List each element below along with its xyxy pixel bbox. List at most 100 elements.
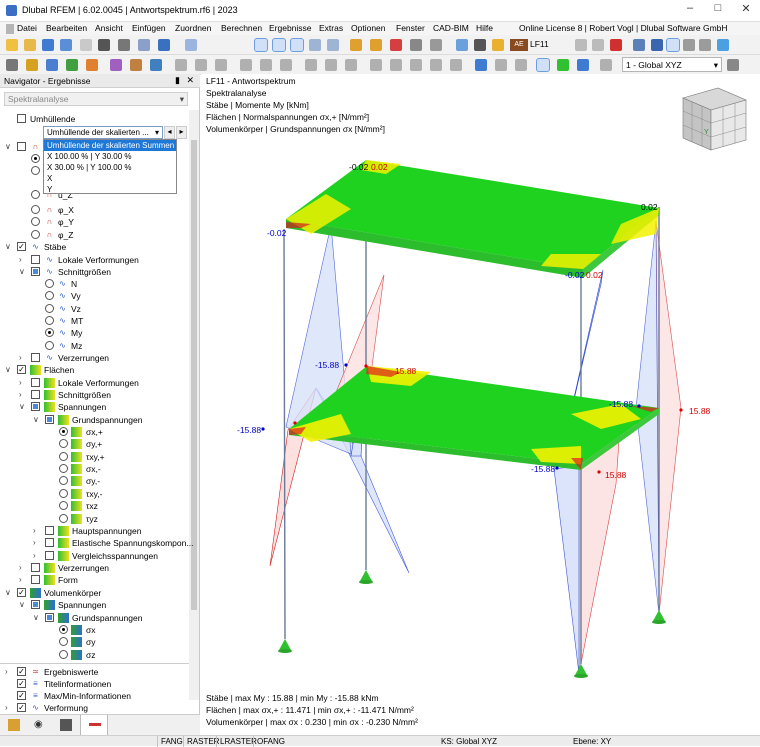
tree-vstress-sz[interactable]: σz	[0, 649, 189, 661]
new-file-icon[interactable]	[6, 39, 18, 51]
member-icon[interactable]	[66, 59, 78, 71]
radio-sx-minus[interactable]	[59, 464, 68, 473]
collapse-icon[interactable]: ∨	[19, 267, 27, 277]
radio-sy-minus[interactable]	[59, 476, 68, 485]
tree-vergleich[interactable]: › Vergleichsspannungen	[0, 550, 189, 562]
tool-icon-16[interactable]	[515, 59, 527, 71]
maximize-button[interactable]: □	[704, 2, 732, 18]
surface-icon[interactable]	[86, 59, 98, 71]
flaechen-lokale-checkbox[interactable]	[31, 378, 40, 387]
expand-icon[interactable]: ›	[5, 667, 13, 677]
display-tab-icon[interactable]: ◉	[34, 719, 46, 731]
expand-icon[interactable]: ›	[33, 538, 41, 548]
radio-vsx[interactable]	[59, 625, 68, 634]
tool-icon-10[interactable]	[370, 59, 382, 71]
collapse-icon[interactable]: ∨	[5, 242, 13, 252]
tree-force-vz[interactable]: ∿ Vz	[0, 303, 189, 315]
views-tab-icon[interactable]	[60, 719, 72, 731]
menu-ergebnisse[interactable]: Ergebnisse	[269, 23, 312, 33]
tree-stress-sy-minus[interactable]: σy,-	[0, 475, 189, 487]
radio-uz[interactable]	[31, 190, 40, 199]
tree-stress-txz[interactable]: τxz	[0, 500, 189, 512]
spannungen2-checkbox[interactable]	[31, 600, 40, 609]
tree-grundspannungen2[interactable]: ∨ Grundspannungen	[0, 612, 189, 624]
model-view[interactable]: LF11 - Antwortspektrum Spektralanalyse S…	[201, 74, 760, 735]
tool-icon-8[interactable]	[325, 59, 337, 71]
menu-fenster[interactable]: Fenster	[396, 23, 425, 33]
expand-icon[interactable]: ›	[19, 255, 27, 265]
tree-ergebniswerte[interactable]: › ✓ ≃ Ergebniswerte	[0, 666, 189, 678]
tree-staebe[interactable]: ∨ ✓ ∿ Stäbe	[0, 241, 189, 253]
radio-sx-plus[interactable]	[59, 427, 68, 436]
titelinfo-checkbox[interactable]: ✓	[17, 679, 26, 688]
menu-bearbeiten[interactable]: Bearbeiten	[46, 23, 87, 33]
vergleich-checkbox[interactable]	[45, 551, 54, 560]
tree-stress-txy-minus[interactable]: τxy,-	[0, 488, 189, 500]
menu-extras[interactable]: Extras	[319, 23, 343, 33]
menu-ansicht[interactable]: Ansicht	[95, 23, 123, 33]
radio-phiz[interactable]	[31, 230, 40, 239]
umhuellende-checkbox[interactable]	[17, 114, 26, 123]
tree-flaechen-lokale[interactable]: › Lokale Verformungen	[0, 377, 189, 389]
tree-grundspannungen[interactable]: ∨ Grundspannungen	[0, 414, 189, 426]
tree-force-n[interactable]: ∿ N	[0, 278, 189, 290]
toolbar-icon-c[interactable]	[666, 38, 680, 52]
dropdown-option[interactable]: Umhüllende der skalierten Summen	[44, 140, 176, 151]
prev-case-icon[interactable]	[575, 39, 587, 51]
tree-titelinfo[interactable]: ✓ ≡ Titelinformationen	[0, 678, 189, 690]
tree-spannungen2[interactable]: ∨ Spannungen	[0, 599, 189, 611]
tree-force-mt[interactable]: ∿ MT	[0, 315, 189, 327]
tree-stress-sy-plus[interactable]: σy,+	[0, 438, 189, 450]
staebe-checkbox[interactable]: ✓	[17, 242, 26, 251]
status-fang[interactable]: FANG	[157, 736, 186, 747]
menu-optionen[interactable]: Optionen	[351, 23, 386, 33]
tree-force-my[interactable]: ∿ My	[0, 327, 189, 339]
save-icon[interactable]	[42, 39, 54, 51]
tool-icon-7[interactable]	[305, 59, 317, 71]
radio-ux[interactable]	[31, 154, 40, 163]
view-icon-4[interactable]	[309, 39, 321, 51]
tree-radio-phix[interactable]: ∩ φ_X	[0, 204, 189, 216]
tree-umhuellende[interactable]: Umhüllende	[0, 113, 189, 125]
menu-hilfe[interactable]: Hilfe	[476, 23, 493, 33]
minimize-button[interactable]: –	[676, 2, 704, 18]
results-tab[interactable]	[80, 715, 108, 736]
ergebniswerte-checkbox[interactable]: ✓	[17, 667, 26, 676]
toolbar-icon-b[interactable]	[651, 39, 663, 51]
calc-icon-3[interactable]	[390, 39, 402, 51]
elastische-checkbox[interactable]	[45, 538, 54, 547]
verformung-checkbox[interactable]: ✓	[17, 703, 26, 712]
dropdown-option[interactable]: Y	[44, 184, 176, 195]
tree-flaechen-schnitt[interactable]: › Schnittgrößen	[0, 389, 189, 401]
tool-icon-2[interactable]	[195, 59, 207, 71]
expand-icon[interactable]: ›	[5, 703, 13, 713]
tree-hauptspannungen[interactable]: › Hauptspannungen	[0, 525, 189, 537]
radio-vsz[interactable]	[59, 650, 68, 659]
verzerrungen2-checkbox[interactable]	[31, 563, 40, 572]
save-all-icon[interactable]	[60, 39, 72, 51]
collapse-icon[interactable]: ∨	[33, 415, 41, 425]
tool-icon-9[interactable]	[345, 59, 357, 71]
tree-stress-tyz[interactable]: τyz	[0, 513, 189, 525]
result-icon-1[interactable]	[456, 39, 468, 51]
tree-stress-sx-plus[interactable]: σx,+	[0, 426, 189, 438]
solid-result-icon[interactable]	[577, 59, 589, 71]
diagram-icon[interactable]	[536, 58, 550, 72]
tool-icon-17[interactable]	[600, 59, 612, 71]
volumen-checkbox[interactable]: ✓	[17, 588, 26, 597]
toolbar-icon-e[interactable]	[699, 39, 711, 51]
node-icon[interactable]	[26, 59, 38, 71]
expand-icon[interactable]: ›	[19, 563, 27, 573]
results-on-icon[interactable]	[610, 39, 622, 51]
flaechen-schnitt-checkbox[interactable]	[31, 390, 40, 399]
tree-force-mz[interactable]: ∿ Mz	[0, 340, 189, 352]
toolbar-icon-a[interactable]	[633, 39, 645, 51]
calc-icon-1[interactable]	[350, 39, 362, 51]
tool-icon-14[interactable]	[450, 59, 462, 71]
calc-icon-2[interactable]	[370, 39, 382, 51]
tool-icon-15[interactable]	[495, 59, 507, 71]
menu-zuordnen[interactable]: Zuordnen	[175, 23, 211, 33]
radio-my[interactable]	[45, 328, 54, 337]
navigator-scrollbar[interactable]	[189, 110, 199, 700]
toolbar-icon-f[interactable]	[717, 39, 729, 51]
